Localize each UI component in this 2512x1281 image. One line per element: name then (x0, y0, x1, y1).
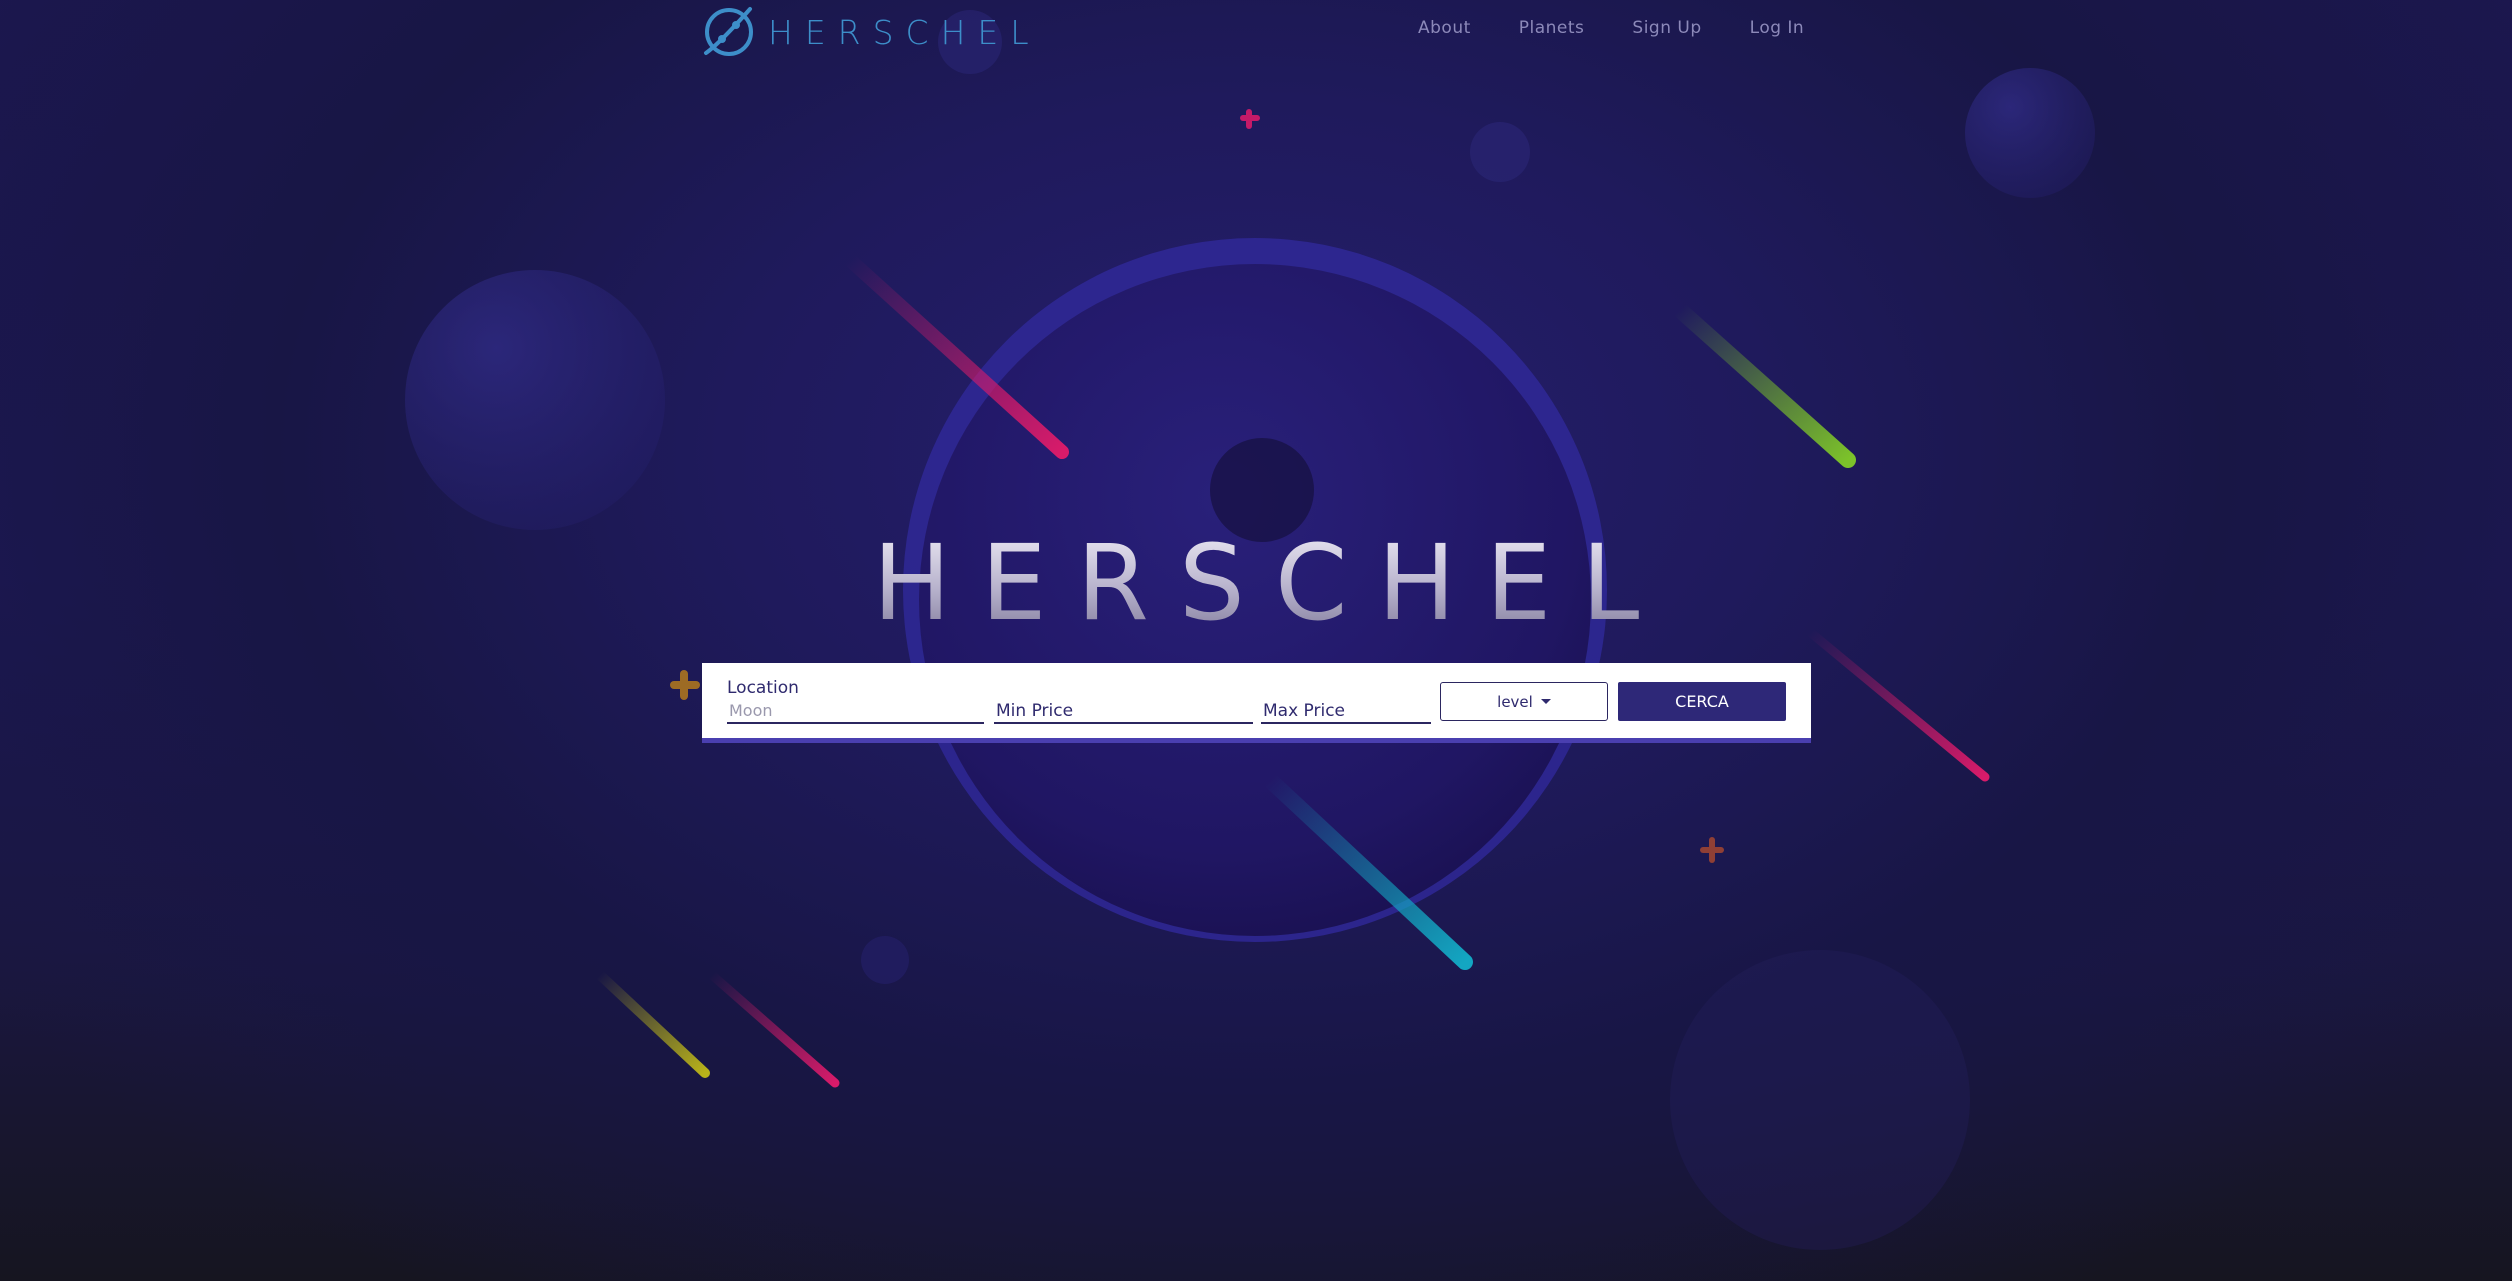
nav-planets-link[interactable]: Planets (1519, 18, 1585, 38)
min-price-field (994, 680, 1257, 724)
sparkle-pink (1240, 109, 1260, 129)
planet-left (405, 270, 665, 530)
landing-page: HERSCHEL About Planets Sign Up Log In HE… (0, 0, 2512, 1281)
level-dropdown-label: level (1497, 692, 1533, 711)
planet-small-center (1470, 122, 1530, 182)
streak-pink-3 (707, 970, 840, 1088)
planet-bottom-right-faint (1670, 950, 1970, 1250)
sparkle-orange-left (670, 670, 700, 700)
max-price-input[interactable] (1261, 701, 1435, 720)
brand-name: HERSCHEL (768, 12, 1041, 52)
location-field: Location (727, 678, 988, 724)
nav-login-link[interactable]: Log In (1750, 18, 1805, 38)
level-dropdown-button[interactable]: level (1440, 682, 1608, 721)
search-form: Location level CERCA (702, 663, 1811, 743)
location-label: Location (727, 678, 799, 698)
planet-logo-icon (704, 7, 753, 56)
streak-pink-2 (1805, 627, 1990, 782)
planet-bottom-left-small (861, 936, 909, 984)
brand-logo[interactable]: HERSCHEL (700, 4, 1041, 60)
location-input[interactable] (727, 701, 988, 720)
planet-top-right (1965, 68, 2095, 198)
site-header: HERSCHEL About Planets Sign Up Log In (0, 0, 2512, 60)
nav-about-link[interactable]: About (1418, 18, 1471, 38)
main-nav: About Planets Sign Up Log In (1418, 18, 1852, 38)
max-price-field (1261, 680, 1435, 724)
streak-yellow (595, 970, 710, 1078)
hero-title: HERSCHEL (0, 522, 2512, 644)
min-price-input[interactable] (994, 701, 1257, 720)
search-submit-button[interactable]: CERCA (1618, 682, 1786, 721)
streak-green (1672, 302, 1856, 468)
nav-signup-link[interactable]: Sign Up (1632, 18, 1701, 38)
chevron-down-icon (1540, 699, 1551, 704)
sparkle-orange-right (1700, 837, 1724, 863)
